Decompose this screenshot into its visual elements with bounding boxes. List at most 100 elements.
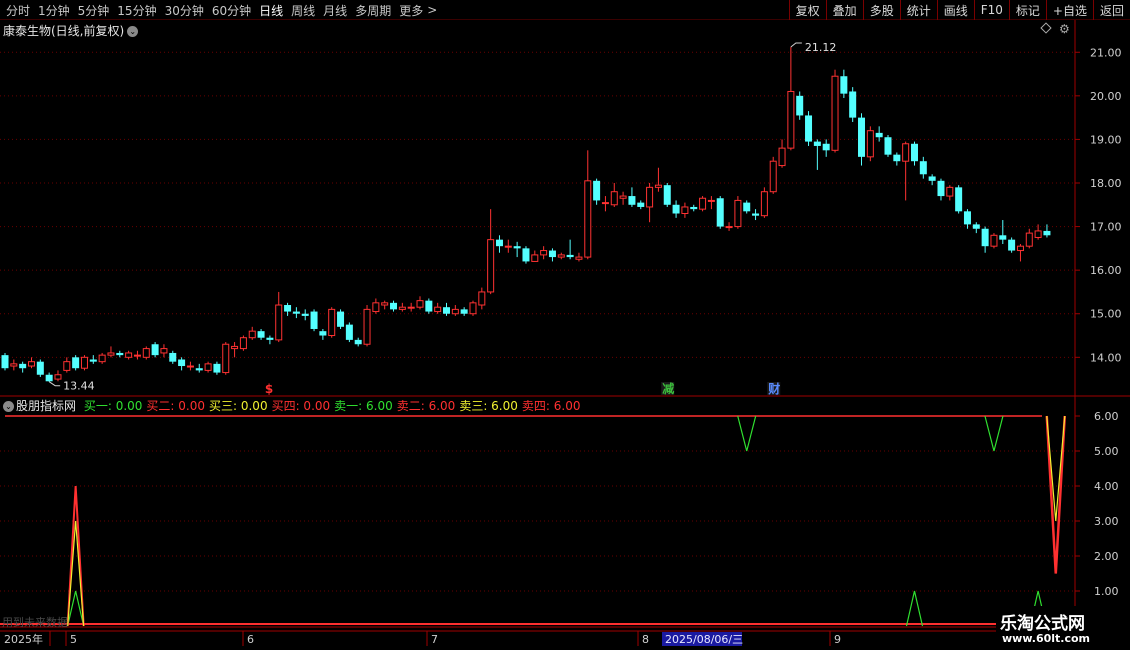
indicator-name[interactable]: 股朋指标网 (16, 399, 76, 413)
candle[interactable] (257, 328, 265, 340)
candle[interactable] (513, 241, 521, 258)
candle[interactable] (72, 355, 80, 371)
period-tab-8[interactable]: 月线 (319, 2, 351, 19)
candle[interactable] (990, 233, 998, 249)
candle[interactable] (637, 200, 645, 210)
candle[interactable] (204, 361, 212, 373)
candle[interactable] (902, 141, 910, 201)
candle[interactable] (169, 350, 177, 364)
candle[interactable] (999, 220, 1007, 245)
period-tab-4[interactable]: 30分钟 (161, 2, 208, 19)
chevron-right-icon[interactable]: > (427, 3, 439, 17)
candle[interactable] (752, 209, 760, 221)
candle[interactable] (910, 141, 918, 166)
candle[interactable] (284, 302, 292, 316)
candle[interactable] (840, 69, 848, 99)
candle[interactable] (231, 342, 239, 358)
candle[interactable] (557, 252, 565, 260)
action-button-4[interactable]: 画线 (936, 0, 974, 20)
action-button-7[interactable]: +自选 (1045, 0, 1093, 20)
candle[interactable] (186, 361, 194, 371)
candle[interactable] (681, 202, 689, 218)
candle[interactable] (1016, 244, 1024, 262)
candle[interactable] (460, 307, 468, 316)
period-tab-3[interactable]: 15分钟 (113, 2, 160, 19)
candle[interactable] (301, 309, 309, 321)
candle[interactable] (955, 185, 963, 214)
candle[interactable] (593, 178, 601, 205)
period-tab-0[interactable]: 分时 (2, 2, 34, 19)
period-tab-2[interactable]: 5分钟 (74, 2, 114, 19)
action-button-8[interactable]: 返回 (1092, 0, 1130, 20)
stock-title-row[interactable]: 康泰生物(日线,前复权) ⌄ (3, 22, 139, 39)
candle[interactable] (699, 196, 707, 212)
candle[interactable] (946, 185, 954, 201)
candle[interactable] (160, 344, 168, 358)
candle[interactable] (628, 187, 636, 207)
candle[interactable] (575, 252, 583, 262)
candle[interactable] (760, 187, 768, 218)
candle[interactable] (1008, 237, 1016, 253)
candle[interactable] (469, 300, 477, 316)
candle[interactable] (178, 357, 186, 371)
candle[interactable] (434, 302, 442, 314)
candle[interactable] (398, 302, 406, 312)
candle[interactable] (292, 307, 300, 319)
candle[interactable] (672, 200, 680, 218)
candle[interactable] (407, 302, 415, 312)
candlestick-series[interactable] (1, 47, 1051, 382)
candle[interactable] (566, 239, 574, 260)
candle[interactable] (778, 139, 786, 168)
candle[interactable] (36, 359, 44, 377)
candle[interactable] (133, 350, 141, 360)
candle[interactable] (495, 235, 503, 253)
candle[interactable] (725, 222, 733, 231)
candle[interactable] (743, 200, 751, 214)
candle[interactable] (858, 113, 866, 166)
candle[interactable] (266, 335, 274, 345)
candle[interactable] (690, 204, 698, 212)
candle[interactable] (707, 196, 715, 210)
candle[interactable] (963, 209, 971, 229)
candle[interactable] (275, 291, 283, 343)
candle[interactable] (893, 152, 901, 166)
candle[interactable] (531, 250, 539, 262)
action-button-1[interactable]: 叠加 (825, 0, 863, 20)
candle[interactable] (584, 150, 592, 260)
candle[interactable] (54, 370, 62, 382)
candle[interactable] (239, 335, 247, 351)
candle[interactable] (813, 139, 821, 170)
candle[interactable] (928, 174, 936, 186)
candle[interactable] (787, 47, 795, 151)
candle[interactable] (310, 309, 318, 332)
candle[interactable] (45, 372, 53, 382)
candle[interactable] (195, 363, 203, 373)
action-button-3[interactable]: 统计 (899, 0, 937, 20)
candle[interactable] (972, 222, 980, 234)
candle[interactable] (654, 167, 662, 192)
candle[interactable] (319, 328, 327, 340)
candle[interactable] (381, 300, 389, 310)
candle[interactable] (125, 350, 133, 360)
candle[interactable] (372, 298, 380, 314)
candle[interactable] (849, 87, 857, 122)
period-tab-7[interactable]: 周线 (287, 2, 319, 19)
candle[interactable] (416, 296, 424, 310)
action-button-6[interactable]: 标记 (1008, 0, 1046, 20)
candle[interactable] (716, 196, 724, 229)
candle[interactable] (19, 361, 27, 373)
settings-icon[interactable]: ⚙ (1059, 22, 1070, 36)
candle[interactable] (866, 126, 874, 162)
candle[interactable] (734, 196, 742, 229)
action-button-2[interactable]: 多股 (862, 0, 900, 20)
candle[interactable] (451, 305, 459, 316)
candle[interactable] (884, 135, 892, 157)
candle[interactable] (805, 111, 813, 146)
candle[interactable] (769, 156, 777, 194)
candle[interactable] (116, 350, 124, 358)
candle[interactable] (89, 355, 97, 364)
candle[interactable] (354, 337, 362, 347)
candle[interactable] (504, 239, 512, 253)
candle[interactable] (601, 196, 609, 212)
candle[interactable] (796, 91, 804, 120)
